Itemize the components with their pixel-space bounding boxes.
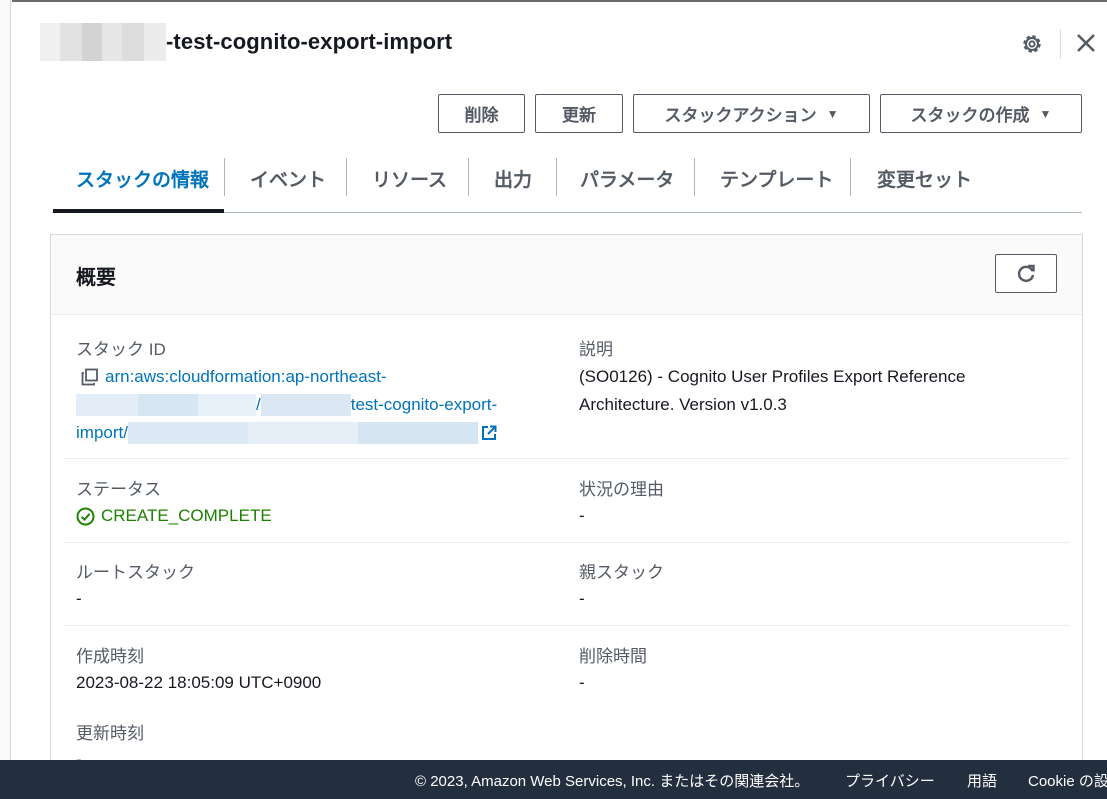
tab-outputs[interactable]: 出力 [494, 160, 532, 196]
tab-divider [346, 158, 347, 196]
footer: © 2023, Amazon Web Services, Inc. またはその関… [0, 760, 1107, 799]
external-link-icon[interactable] [480, 424, 498, 442]
stack-id-suffix[interactable]: test-cognito-export- [351, 391, 497, 419]
stack-id-value: arn:aws:cloudformation:ap-northeast- / t… [76, 363, 536, 447]
redacted-stack-uuid [127, 422, 248, 444]
redacted-stack-uuid [357, 422, 478, 444]
header-divider [1060, 30, 1061, 58]
close-icon[interactable] [1075, 32, 1097, 54]
tab-template[interactable]: テンプレート [720, 160, 833, 196]
status-value: CREATE_COMPLETE [76, 502, 272, 530]
copy-icon[interactable] [81, 368, 99, 386]
redacted-stack-prefix [260, 394, 351, 416]
refresh-button[interactable] [995, 254, 1057, 293]
stack-actions-dropdown[interactable]: スタックアクション ▼ [633, 94, 870, 133]
tab-divider [224, 158, 225, 196]
gear-icon[interactable] [1020, 32, 1044, 56]
page-title-text: -test-cognito-export-import [166, 29, 453, 54]
footer-privacy-link[interactable]: プライバシー [845, 770, 935, 791]
status-reason-label: 状況の理由 [579, 480, 664, 499]
tab-events[interactable]: イベント [250, 160, 326, 196]
tab-divider [694, 158, 695, 196]
row-divider [63, 458, 1070, 459]
tab-parameters[interactable]: パラメータ [580, 160, 674, 196]
overview-title: 概要 [76, 267, 116, 289]
delete-button[interactable]: 削除 [438, 94, 525, 133]
create-stack-dropdown[interactable]: スタックの作成 ▼ [880, 94, 1082, 133]
redacted-account-id [198, 394, 256, 416]
footer-terms-link[interactable]: 用語 [967, 770, 997, 791]
tab-stack-info[interactable]: スタックの情報 [76, 160, 209, 196]
stack-actions-label: スタックアクション [664, 106, 817, 125]
root-stack-value: - [76, 589, 82, 608]
description-line-1: (SO0126) - Cognito User Profiles Export … [579, 367, 966, 386]
redacted-account-id [138, 394, 198, 416]
split-panel: -test-cognito-export-import 削除 更新 スタックアク… [12, 0, 1107, 774]
footer-cookie-link[interactable]: Cookie の設 [1028, 770, 1107, 791]
footer-copyright: © 2023, Amazon Web Services, Inc. またはその関… [415, 773, 810, 790]
check-circle-icon [76, 507, 95, 525]
tab-divider [850, 158, 851, 196]
deleted-time-value: - [579, 673, 585, 692]
description-line-2: Architecture. Version v1.0.3 [579, 395, 787, 414]
create-stack-label: スタックの作成 [910, 106, 1030, 125]
deleted-time-label: 削除時間 [579, 647, 647, 666]
row-divider [63, 542, 1070, 543]
page-title: -test-cognito-export-import [40, 22, 452, 62]
status-text: CREATE_COMPLETE [101, 506, 272, 525]
created-time-value: 2023-08-22 18:05:09 UTC+0900 [76, 673, 322, 692]
caret-down-icon: ▼ [1039, 106, 1052, 121]
redacted-account-id [76, 394, 138, 416]
left-rail [0, 0, 11, 760]
update-button-label: 更新 [562, 106, 596, 125]
status-label: ステータス [76, 480, 161, 499]
delete-button-label: 削除 [464, 106, 499, 125]
overview-card-header: 概要 [51, 235, 1082, 315]
tab-resources[interactable]: リソース [372, 160, 447, 196]
stack-id-import[interactable]: import/ [76, 419, 128, 447]
parent-stack-value: - [579, 589, 585, 608]
row-divider [63, 625, 1070, 626]
description-label: 説明 [579, 340, 613, 359]
tab-divider [468, 158, 469, 196]
root-stack-label: ルートスタック [76, 563, 195, 582]
caret-down-icon: ▼ [826, 106, 839, 121]
stack-id-link[interactable]: arn:aws:cloudformation:ap-northeast- [105, 363, 387, 391]
active-tab-indicator [53, 209, 224, 213]
tab-divider [556, 158, 557, 196]
redacted-stack-uuid [247, 422, 358, 444]
description-value: (SO0126) - Cognito User Profiles Export … [579, 363, 965, 419]
created-time-label: 作成時刻 [76, 647, 144, 666]
tab-bar: スタックの情報 イベント リソース 出力 パラメータ テンプレート 変更セット [52, 152, 1082, 213]
stack-id-label: スタック ID [76, 340, 166, 359]
redacted-title-prefix [40, 23, 166, 61]
tab-change-sets[interactable]: 変更セット [877, 160, 972, 196]
parent-stack-label: 親スタック [579, 563, 664, 582]
status-reason-value: - [579, 506, 585, 525]
update-button[interactable]: 更新 [535, 94, 623, 133]
overview-card: 概要 スタック ID arn:aws:cloudformation:ap-nor… [50, 234, 1083, 774]
refresh-icon [1017, 264, 1035, 282]
updated-time-label: 更新時刻 [76, 724, 144, 743]
